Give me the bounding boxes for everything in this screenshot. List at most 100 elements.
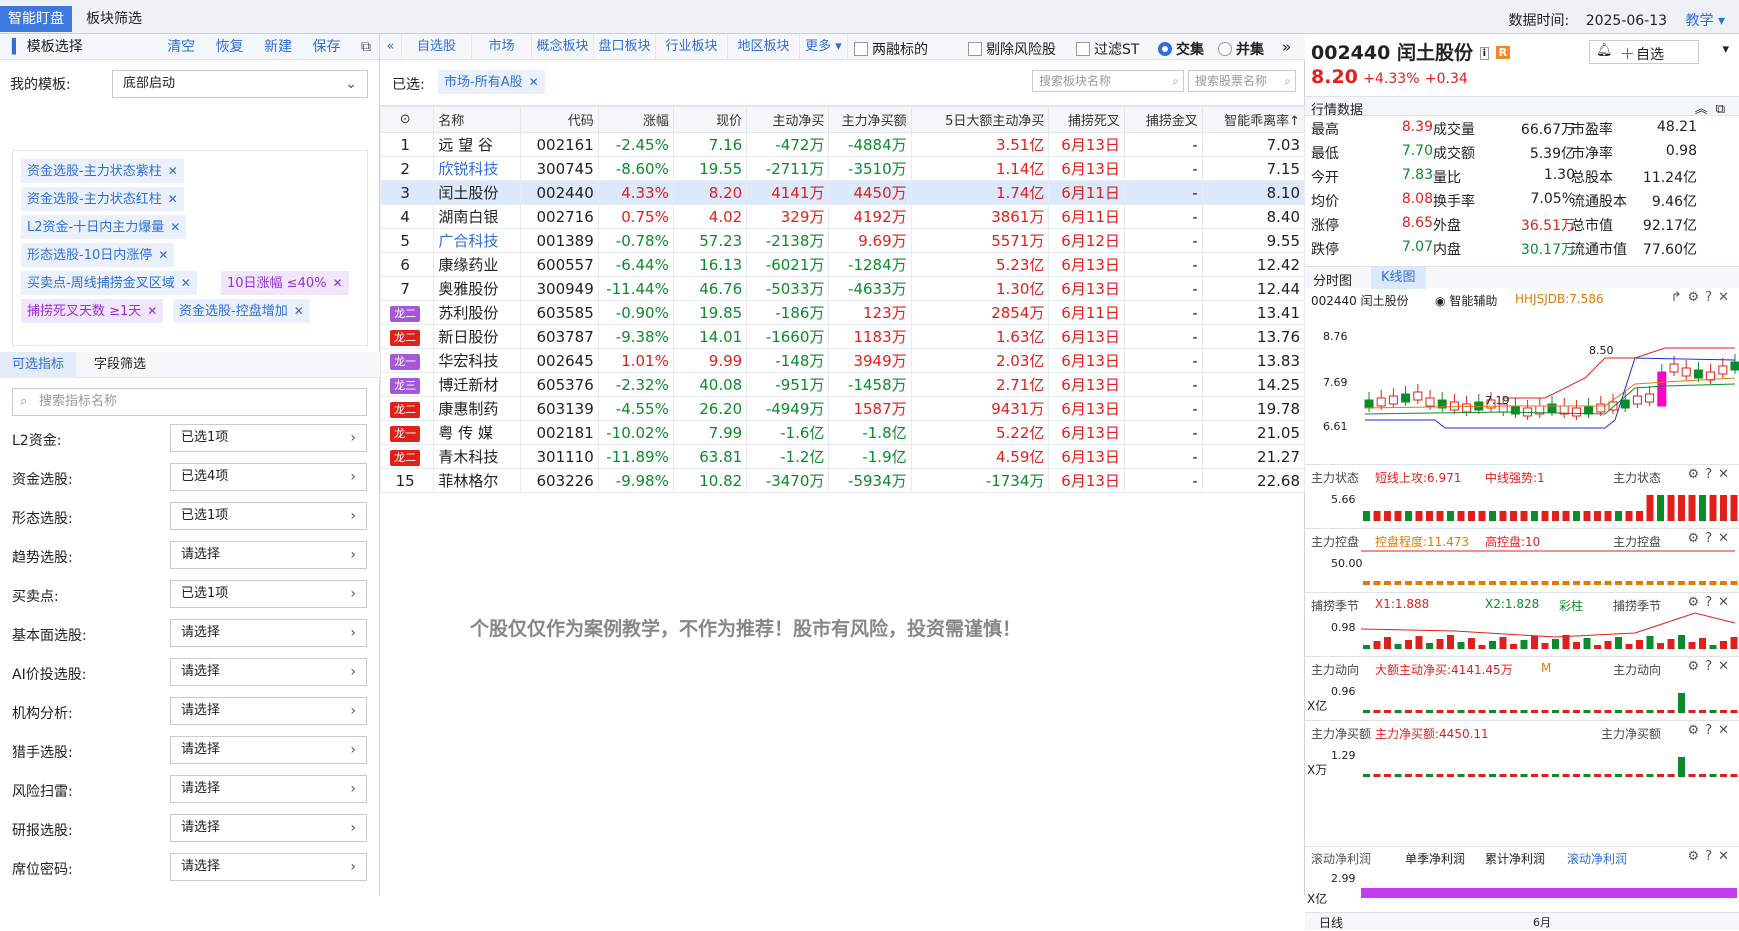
column-header[interactable]: 名称 bbox=[433, 106, 521, 133]
checkbox[interactable] bbox=[1076, 42, 1090, 56]
table-row[interactable]: 龙一粤 传 媒 002181 -10.02% 7.99 -1.6亿 -1.8亿 5.22亿 6… bbox=[379, 420, 1306, 445]
settings-icon[interactable]: ⊙ bbox=[379, 106, 435, 133]
column-header[interactable]: 捕捞死叉 bbox=[1048, 106, 1125, 133]
teach-link[interactable]: 教学 bbox=[1686, 13, 1714, 29]
column-header[interactable]: 智能乖离率↑ bbox=[1201, 106, 1306, 133]
save-button[interactable]: 保存 bbox=[313, 39, 341, 55]
toolbar-item[interactable]: 概念板块 bbox=[532, 34, 594, 60]
stock-name[interactable]: 华宏科技 bbox=[433, 348, 521, 373]
stock-name[interactable]: 粤 传 媒 bbox=[433, 420, 521, 445]
table-row[interactable]: 龙二 新日股份 603787 -9.38% 14.01 -1660万 1183万 1.63亿 6… bbox=[379, 324, 1306, 349]
my-template-select[interactable]: 底部启动 ⌄ bbox=[112, 70, 368, 98]
tab-sector-filter[interactable]: 板块筛选 bbox=[78, 6, 150, 32]
table-row[interactable]: 龙三 博迁新材 605376 -2.32% 40.08 -951万 -1458万 2.71亿 6… bbox=[379, 372, 1306, 397]
new-button[interactable]: 新建 bbox=[264, 39, 292, 55]
tab-intraday[interactable]: 分时图 bbox=[1313, 270, 1352, 289]
filter-tag[interactable]: 资金选股-主力状态紫柱 ✕ bbox=[21, 159, 184, 183]
filter-tag[interactable]: 资金选股-主力状态红柱 ✕ bbox=[21, 187, 184, 211]
chevron-down-icon[interactable]: ▾ bbox=[1718, 13, 1725, 29]
filter-select[interactable]: 已选1项 › bbox=[170, 580, 367, 608]
stock-name[interactable]: 奥雅股份 bbox=[433, 276, 521, 301]
tab-field-filter[interactable]: 字段筛选 bbox=[82, 352, 158, 378]
selected-market-tag[interactable]: 市场-所有A股 ✕ bbox=[438, 70, 545, 94]
filter-select[interactable]: 请选择 › bbox=[170, 658, 367, 686]
table-row[interactable]: 龙二 苏利股份 603585 -0.90% 19.85 -186万 123万 2854万 6月1… bbox=[379, 300, 1306, 325]
tab-quarter-profit[interactable]: 单季净利润 bbox=[1405, 850, 1465, 867]
filter-select[interactable]: 已选1项 › bbox=[170, 424, 367, 452]
restore-button[interactable]: 恢复 bbox=[216, 39, 244, 55]
panel-tool-icons[interactable]: ⚙?✕ bbox=[1688, 849, 1735, 864]
add-icon[interactable]: ＋ bbox=[1620, 43, 1635, 64]
radio[interactable] bbox=[1218, 42, 1232, 56]
table-row[interactable]: 15 菲林格尔 603226 -9.98% 10.82 -3470万 -5934万 -1734… bbox=[379, 468, 1306, 493]
toolbar-item[interactable]: 市场 bbox=[472, 34, 532, 60]
stock-name[interactable]: 欣锐科技 bbox=[433, 156, 521, 181]
tab-rolling-profit[interactable]: 滚动净利润 bbox=[1567, 850, 1627, 867]
info-icon[interactable]: i bbox=[1479, 47, 1490, 60]
filter-tag[interactable]: L2资金-十日内主力爆量 ✕ bbox=[21, 215, 187, 239]
filter-tag[interactable]: 10日涨幅 ≤40% ✕ bbox=[221, 271, 349, 295]
toolbar-item[interactable]: 地区板块 bbox=[728, 34, 800, 60]
close-icon[interactable]: ✕ bbox=[147, 304, 157, 318]
table-row[interactable]: 龙一 华宏科技 002645 1.01% 9.99 -148万 3949万 2.03亿 6月13… bbox=[379, 348, 1306, 373]
sector-search-input[interactable]: 搜索板块名称 ⌕ bbox=[1032, 70, 1184, 92]
stock-name[interactable]: 菲林格尔 bbox=[433, 468, 521, 493]
stock-name[interactable]: 博迁新材 bbox=[433, 372, 521, 397]
stock-name[interactable]: 苏利股份 bbox=[433, 300, 521, 325]
collapse-left-icon[interactable]: « bbox=[380, 34, 402, 60]
filter-select[interactable]: 已选1项 › bbox=[170, 502, 367, 530]
table-row[interactable]: 龙二 青木科技 301110 -11.89% 63.81 -1.2亿 -1.9亿 4.59亿 6… bbox=[379, 444, 1306, 469]
union-radio[interactable]: 并集 bbox=[1218, 39, 1264, 59]
column-header[interactable]: 5日大额主动净买 bbox=[910, 106, 1050, 133]
close-icon[interactable]: ✕ bbox=[158, 248, 168, 262]
filter-select[interactable]: 请选择 › bbox=[170, 541, 367, 569]
stock-name[interactable]: 新日股份 bbox=[433, 324, 521, 349]
stock-name[interactable]: 广合科技 bbox=[433, 228, 521, 253]
checkbox[interactable] bbox=[968, 42, 982, 56]
margin-check[interactable]: 两融标的 bbox=[854, 39, 928, 59]
st-check[interactable]: 过滤ST bbox=[1076, 39, 1139, 59]
column-header[interactable]: 现价 bbox=[672, 106, 748, 133]
tab-kline[interactable]: K线图 bbox=[1371, 267, 1426, 289]
column-header[interactable]: 捕捞金叉 bbox=[1123, 106, 1203, 133]
stock-name[interactable]: 闰土股份 bbox=[433, 180, 521, 205]
filter-select[interactable]: 请选择 › bbox=[170, 853, 367, 881]
stock-name[interactable]: 康惠制药 bbox=[433, 396, 521, 421]
filter-select[interactable]: 已选4项 › bbox=[170, 463, 367, 491]
radio[interactable] bbox=[1158, 42, 1172, 56]
table-row[interactable]: 龙二 康惠制药 603139 -4.55% 26.20 -4949万 1587万 9431万 6… bbox=[379, 396, 1306, 421]
filter-tag[interactable]: 捕捞死叉天数 ≥1天 ✕ bbox=[21, 299, 164, 323]
toolbar-item[interactable]: 自选股 bbox=[402, 34, 472, 60]
close-icon[interactable]: ✕ bbox=[294, 304, 304, 318]
table-row[interactable]: 3 闰土股份 002440 4.33% 8.20 4141万 4450万 1.74亿 6月11日… bbox=[379, 180, 1306, 205]
clear-button[interactable]: 清空 bbox=[167, 39, 195, 55]
table-row[interactable]: 5 广合科技 001389 -0.78% 57.23 -2138万 9.69万 5571万 6月… bbox=[379, 228, 1306, 253]
column-header[interactable]: 代码 bbox=[519, 106, 599, 133]
close-icon[interactable]: ✕ bbox=[332, 276, 342, 290]
filter-select[interactable]: 请选择 › bbox=[170, 814, 367, 842]
bell-icon[interactable]: 🔔︎ bbox=[1596, 43, 1613, 58]
close-icon[interactable]: ✕ bbox=[168, 192, 178, 206]
add-watch-button[interactable]: 自选 bbox=[1636, 44, 1664, 64]
toolbar-item[interactable]: 行业板块 bbox=[656, 34, 728, 60]
table-row[interactable]: 2 欣锐科技 300745 -8.60% 19.55 -2711万 -3510万 1.14亿 6… bbox=[379, 156, 1306, 181]
stock-name[interactable]: 远 望 谷 bbox=[433, 132, 521, 157]
close-icon[interactable]: ✕ bbox=[529, 75, 539, 89]
tab-smart-watch[interactable]: 智能盯盘 bbox=[0, 6, 72, 32]
stock-search-input[interactable]: 搜索股票名称 ⌕ bbox=[1188, 70, 1296, 92]
tab-indicators[interactable]: 可选指标 bbox=[0, 352, 77, 378]
stock-name[interactable]: 湖南白银 bbox=[433, 204, 521, 229]
table-row[interactable]: 1 远 望 谷 002161 -2.45% 7.16 -472万 -4884万 3.51亿 6月… bbox=[379, 132, 1306, 157]
intersect-radio[interactable]: 交集 bbox=[1158, 39, 1204, 59]
toolbar-item[interactable]: 更多 ▾ bbox=[800, 34, 848, 60]
table-row[interactable]: 4 湖南白银 002716 0.75% 4.02 329万 4192万 3861万 6月11日 -… bbox=[379, 204, 1306, 229]
filter-tag[interactable]: 买卖点-周线捕捞金叉区域 ✕ bbox=[21, 271, 197, 295]
filter-tag[interactable]: 资金选股-控盘增加 ✕ bbox=[173, 299, 310, 323]
column-header[interactable]: 主力净买额 bbox=[828, 106, 912, 133]
table-row[interactable]: 7 奥雅股份 300949 -11.44% 46.76 -5033万 -4633万 1.30亿… bbox=[379, 276, 1306, 301]
stock-name[interactable]: 康缘药业 bbox=[433, 252, 521, 277]
chevron-down-icon[interactable]: ▾ bbox=[1722, 42, 1729, 57]
filter-tag[interactable]: 形态选股-10日内涨停 ✕ bbox=[21, 243, 175, 267]
close-icon[interactable]: ✕ bbox=[170, 220, 180, 234]
close-icon[interactable]: ✕ bbox=[181, 276, 191, 290]
